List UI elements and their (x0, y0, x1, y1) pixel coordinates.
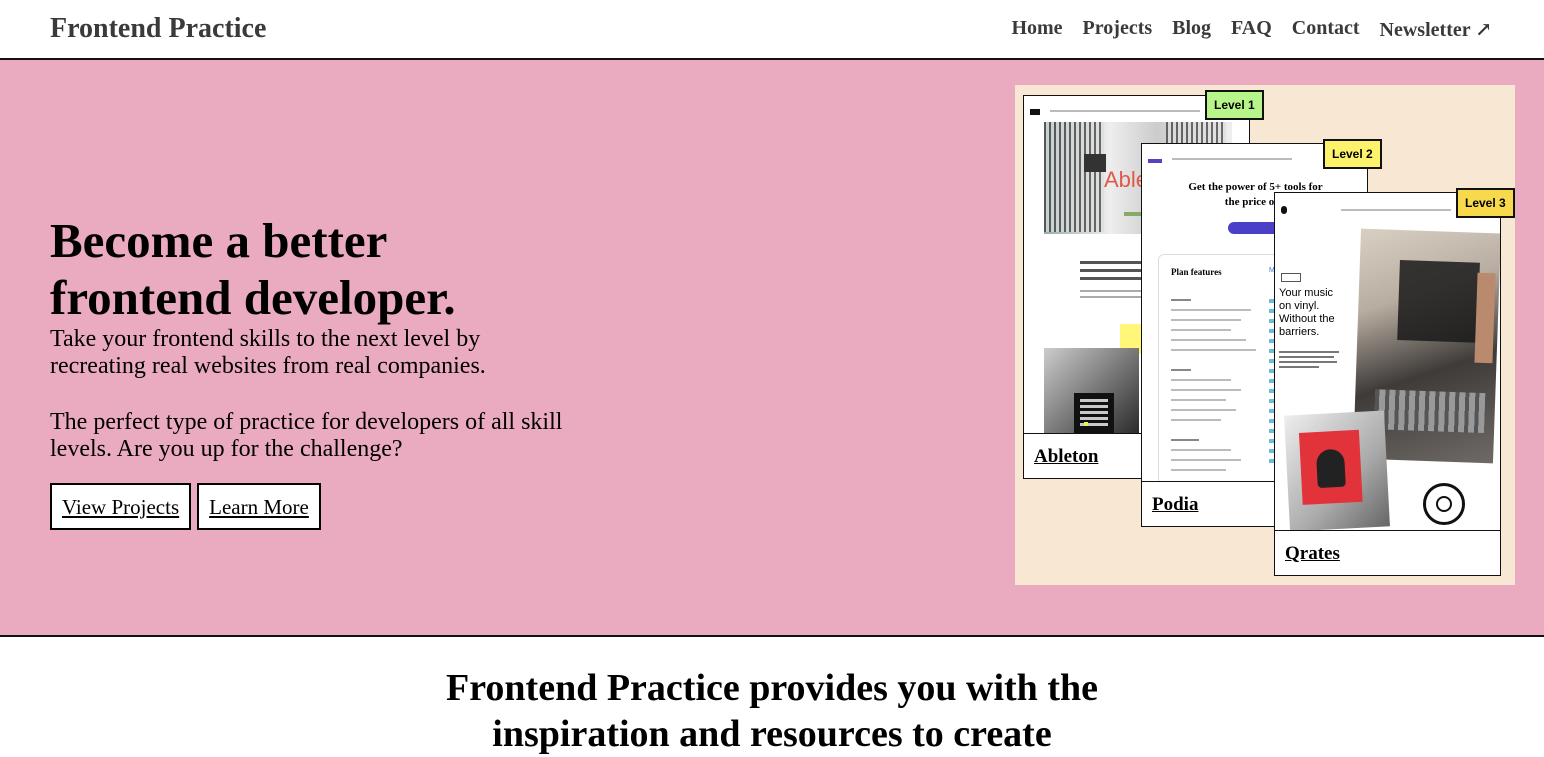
podia-card-name[interactable]: Podia (1152, 494, 1198, 516)
nav-faq[interactable]: FAQ (1231, 17, 1272, 42)
ableton-topbar (1030, 102, 1220, 115)
nav-home[interactable]: Home (1011, 17, 1062, 42)
qrates-tag (1281, 273, 1301, 282)
hero-title-line2: frontend developer. (50, 270, 456, 325)
hero-title: Become a better frontend developer. (50, 212, 570, 326)
main-nav: Home Projects Blog FAQ Contact Newslette… (1011, 17, 1492, 42)
hero-paragraph-1: Take your frontend skills to the next le… (50, 326, 486, 379)
qrates-desc-lines (1279, 351, 1339, 368)
learn-more-button[interactable]: Learn More (197, 483, 321, 530)
qrates-headline: Your music on vinyl. Without the barrier… (1279, 287, 1335, 338)
ableton-photo (1044, 348, 1139, 443)
level-2-badge: Level 2 (1323, 139, 1382, 169)
intro-title: Frontend Practice provides you with the … (0, 665, 1544, 757)
nav-projects[interactable]: Projects (1083, 17, 1153, 42)
nav-blog[interactable]: Blog (1172, 17, 1211, 42)
qrates-card-footer: Qrates (1275, 530, 1500, 575)
brand-logo[interactable]: Frontend Practice (50, 13, 266, 45)
project-collage: Able Ableton Level 1 Get the power of 5+… (1015, 85, 1515, 585)
nav-contact[interactable]: Contact (1292, 17, 1360, 42)
ableton-card-name[interactable]: Ableton (1034, 446, 1098, 468)
qrates-card[interactable]: Your music on vinyl. Without the barrier… (1274, 192, 1501, 576)
qrates-photo-record (1284, 410, 1390, 532)
qrates-card-name[interactable]: Qrates (1285, 543, 1340, 565)
hero-section: Become a better frontend developer. Take… (0, 60, 1544, 637)
hero-copy: Become a better frontend developer. Take… (50, 212, 570, 530)
hero-paragraph-2: The perfect type of practice for develop… (50, 409, 563, 462)
podia-plan-features: Plan features (1171, 267, 1222, 277)
intro-title-line1: Frontend Practice provides you with the (446, 667, 1098, 709)
site-header: Frontend Practice Home Projects Blog FAQ… (0, 0, 1544, 60)
view-projects-button[interactable]: View Projects (50, 483, 192, 530)
nav-newsletter[interactable]: Newsletter ↗ (1380, 17, 1492, 42)
level-3-badge: Level 3 (1456, 188, 1515, 218)
hero-buttons: View Projects Learn More (50, 483, 570, 530)
qrates-stamp-icon (1423, 483, 1465, 525)
intro-title-line2: inspiration and resources to create (492, 713, 1052, 755)
intro-section: Frontend Practice provides you with the … (0, 665, 1544, 757)
hero-title-line1: Become a better (50, 213, 388, 268)
level-1-badge: Level 1 (1205, 90, 1264, 120)
